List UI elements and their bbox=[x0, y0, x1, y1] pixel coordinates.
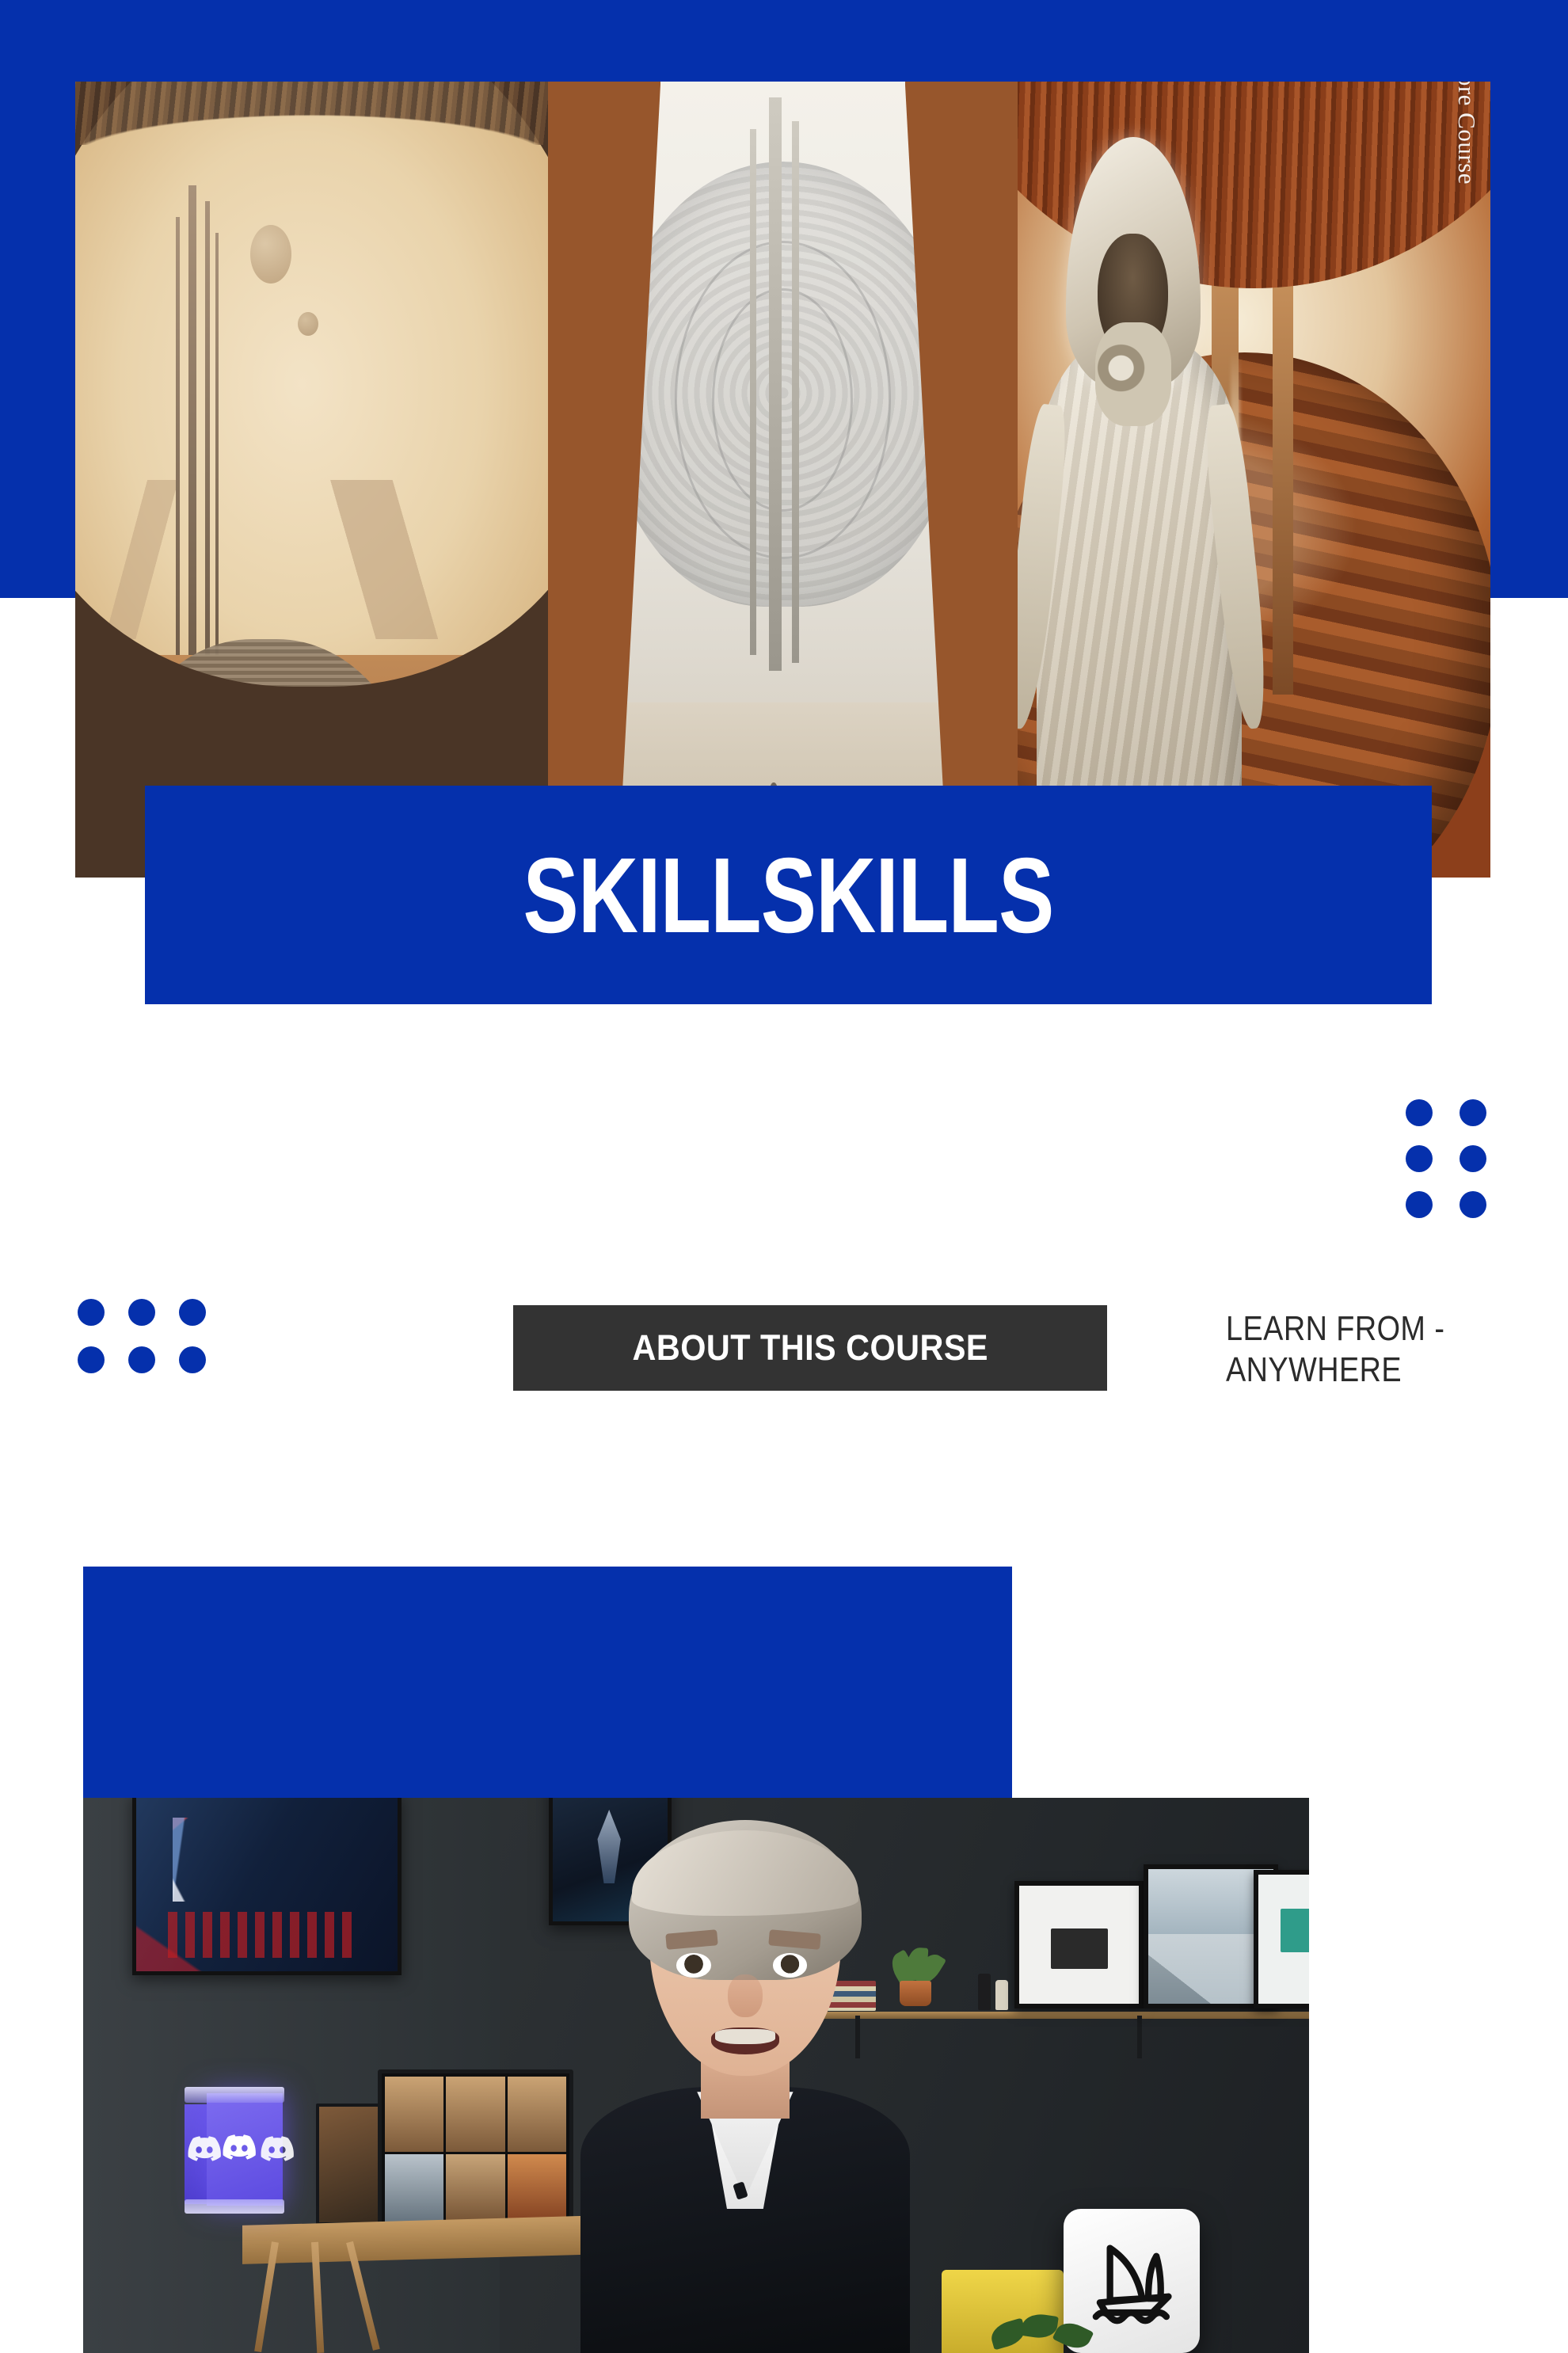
framed-print-3 bbox=[1254, 1870, 1309, 2009]
tripod-leg bbox=[311, 2241, 325, 2353]
presenter-fringe bbox=[631, 1830, 858, 1917]
leaf bbox=[1052, 2317, 1094, 2353]
floor-plant bbox=[988, 2312, 1102, 2353]
hooded-robed-figure bbox=[1018, 137, 1282, 878]
dot bbox=[1406, 1099, 1433, 1126]
presenter bbox=[573, 1820, 916, 2353]
grid-cell bbox=[507, 2077, 567, 2153]
watermark-text: Skillskills.com For More Course bbox=[1452, 82, 1481, 185]
eye-left bbox=[676, 1953, 711, 1978]
hero-panel-desert-arch bbox=[75, 82, 548, 878]
mouth bbox=[710, 2027, 780, 2055]
dot bbox=[1406, 1191, 1433, 1218]
dot bbox=[128, 1299, 155, 1326]
framed-print-1 bbox=[1014, 1881, 1144, 2009]
tower bbox=[792, 121, 800, 663]
discord-icon bbox=[261, 2135, 295, 2161]
dot bbox=[78, 1346, 105, 1373]
dot-grid-right bbox=[1406, 1099, 1486, 1218]
hero-panel-hooded-figure bbox=[1018, 82, 1490, 878]
orb-ring-inner bbox=[712, 288, 854, 512]
grid-cell bbox=[446, 2077, 505, 2153]
dot bbox=[179, 1299, 206, 1326]
dot bbox=[78, 1299, 105, 1326]
tower bbox=[768, 97, 782, 671]
stone-arch-frame bbox=[75, 82, 548, 687]
cube-glass-top bbox=[185, 2086, 285, 2103]
tower bbox=[749, 129, 756, 655]
tripod-stand bbox=[254, 2241, 380, 2353]
learn-from-anywhere-text: LEARN FROM - ANYWHERE bbox=[1226, 1309, 1445, 1389]
monitor-image-grid bbox=[384, 2077, 567, 2229]
poster-page: Skillskills.com For More Course SKILLSKI… bbox=[0, 0, 1568, 2353]
title-banner: SKILLSKILLS bbox=[145, 786, 1432, 1004]
lower-blue-block bbox=[83, 1567, 1012, 1798]
wall-poster-left bbox=[131, 1798, 402, 1976]
dot bbox=[1460, 1099, 1486, 1126]
about-this-course-label: ABOUT THIS COURSE bbox=[632, 1327, 988, 1368]
studio-video-image[interactable] bbox=[83, 1798, 1309, 2353]
goggle-mask-icon bbox=[1094, 322, 1171, 426]
nose bbox=[728, 1974, 763, 2018]
grid-cell bbox=[384, 2154, 444, 2229]
dot bbox=[1406, 1145, 1433, 1172]
discord-icon bbox=[188, 2135, 222, 2161]
primary-monitor bbox=[377, 2069, 574, 2237]
page-title: SKILLSKILLS bbox=[523, 835, 1054, 955]
shelf-bracket bbox=[1137, 2015, 1143, 2058]
dot bbox=[128, 1346, 155, 1373]
eye-right bbox=[772, 1953, 807, 1978]
discord-cube-lamp bbox=[185, 2086, 311, 2214]
shelf-bottles bbox=[978, 1964, 1013, 2011]
dot bbox=[179, 1346, 206, 1373]
dot bbox=[1460, 1145, 1486, 1172]
about-this-course-badge: ABOUT THIS COURSE bbox=[513, 1305, 1107, 1391]
walking-figure bbox=[222, 755, 230, 782]
discord-icon bbox=[223, 2134, 257, 2160]
dot-grid-left bbox=[78, 1299, 206, 1373]
hero-collage-image: Skillskills.com For More Course bbox=[75, 82, 1490, 878]
grid-cell bbox=[384, 2077, 444, 2153]
arch-texture bbox=[75, 82, 548, 146]
cube-glass-bottom bbox=[185, 2199, 285, 2214]
dot bbox=[1460, 1191, 1486, 1218]
hero-panel-megastructure bbox=[547, 82, 1018, 878]
